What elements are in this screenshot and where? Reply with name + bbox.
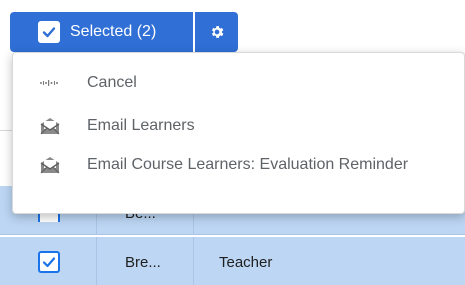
selected-count-label: Selected (2) [70, 23, 157, 40]
gear-icon [211, 26, 223, 38]
role-cell: Teacher [194, 237, 465, 285]
cancel-dots-icon [40, 80, 58, 86]
select-all-checkbox[interactable] [38, 21, 60, 43]
menu-item-email-evaluation-reminder[interactable]: Email Course Learners: Evaluation Remind… [13, 145, 464, 185]
menu-item-label: Cancel [87, 74, 137, 91]
menu-item-email-learners[interactable]: Email Learners [13, 106, 464, 146]
selected-count-button[interactable]: Selected (2) [10, 12, 193, 52]
mail-icon [40, 118, 60, 135]
learner-role: Teacher [219, 254, 273, 271]
table-row[interactable]: Bre... Teacher [0, 237, 465, 285]
menu-item-label: Email Learners [87, 117, 195, 134]
bulk-actions-gear-button[interactable] [195, 12, 238, 52]
checkmark-icon [42, 257, 56, 268]
learner-name: Bre... [125, 254, 161, 271]
screen: Be... Bre... Teacher Sele [0, 0, 465, 285]
menu-item-cancel[interactable]: Cancel [13, 63, 464, 103]
bulk-actions-menu: Cancel Email Learners Email Course Learn… [12, 52, 465, 214]
checkbox-cell [0, 237, 97, 285]
menu-item-label: Email Course Learners: Evaluation Remind… [87, 156, 409, 173]
bulk-action-toolbar: Selected (2) [10, 12, 238, 52]
checkmark-icon [42, 27, 56, 38]
name-cell: Bre... [97, 237, 194, 285]
mail-icon [40, 157, 60, 174]
row-checkbox[interactable] [38, 251, 60, 273]
